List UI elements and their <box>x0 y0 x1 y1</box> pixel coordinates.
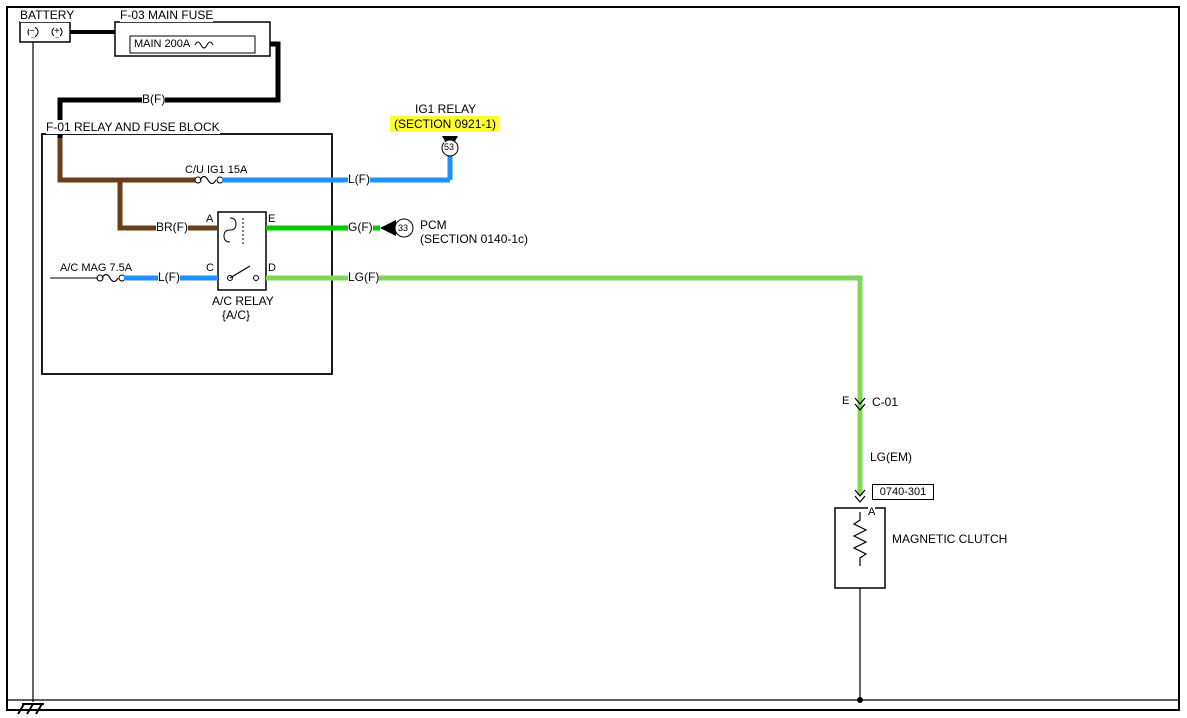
acmag-fuse-label: A/C MAG 7.5A <box>60 262 132 274</box>
c01-conn-label: C-01 <box>872 395 898 409</box>
lgf-wire-label: LG(F) <box>348 270 379 284</box>
ref0740-label: 0740-301 <box>880 486 927 498</box>
f01-label: F-01 RELAY AND FUSE BLOCK <box>46 120 220 134</box>
battery-neg: − <box>29 26 35 37</box>
pinA-label: A <box>206 213 213 225</box>
pcm-label: PCM <box>420 218 447 232</box>
acrelay-label: A/C RELAY <box>212 294 274 308</box>
lf1-wire-label: L(F) <box>348 172 370 186</box>
pinA2-label: A <box>868 506 875 518</box>
ref0740-box: 0740-301 <box>872 484 934 500</box>
wiring-svg <box>0 0 1187 718</box>
pin53-label: 53 <box>444 142 454 152</box>
brf-wire-label: BR(F) <box>156 220 188 234</box>
ig1-relay-label: IG1 RELAY <box>415 102 476 116</box>
battery-label: BATTERY <box>20 8 74 22</box>
lf2-wire-label: L(F) <box>158 270 180 284</box>
f03-label: F-03 MAIN FUSE <box>120 8 213 22</box>
magclutch-label: MAGNETIC CLUTCH <box>892 532 1007 546</box>
pinE2-label: E <box>842 395 849 407</box>
lgem-wire-label: LG(EM) <box>870 450 912 464</box>
pin33-label: 33 <box>398 223 408 233</box>
pinE-label: E <box>268 213 275 225</box>
gf-wire-label: G(F) <box>348 220 373 234</box>
wiring-diagram: BATTERY − + F-03 MAIN FUSE MAIN 200A B(F… <box>0 0 1187 718</box>
sec0921-ref: (SECTION 0921-1) <box>390 116 500 132</box>
main200a-label: MAIN 200A <box>134 38 190 50</box>
pinC-label: C <box>206 262 214 274</box>
acrelay-label2: {A/C} <box>222 308 250 322</box>
battery-pos: + <box>54 26 60 37</box>
sec0140-ref: (SECTION 0140-1c) <box>420 232 528 246</box>
bf-wire-label: B(F) <box>142 92 165 106</box>
cuig1-fuse-label: C/U IG1 15A <box>185 164 247 176</box>
pinD-label: D <box>268 262 276 274</box>
